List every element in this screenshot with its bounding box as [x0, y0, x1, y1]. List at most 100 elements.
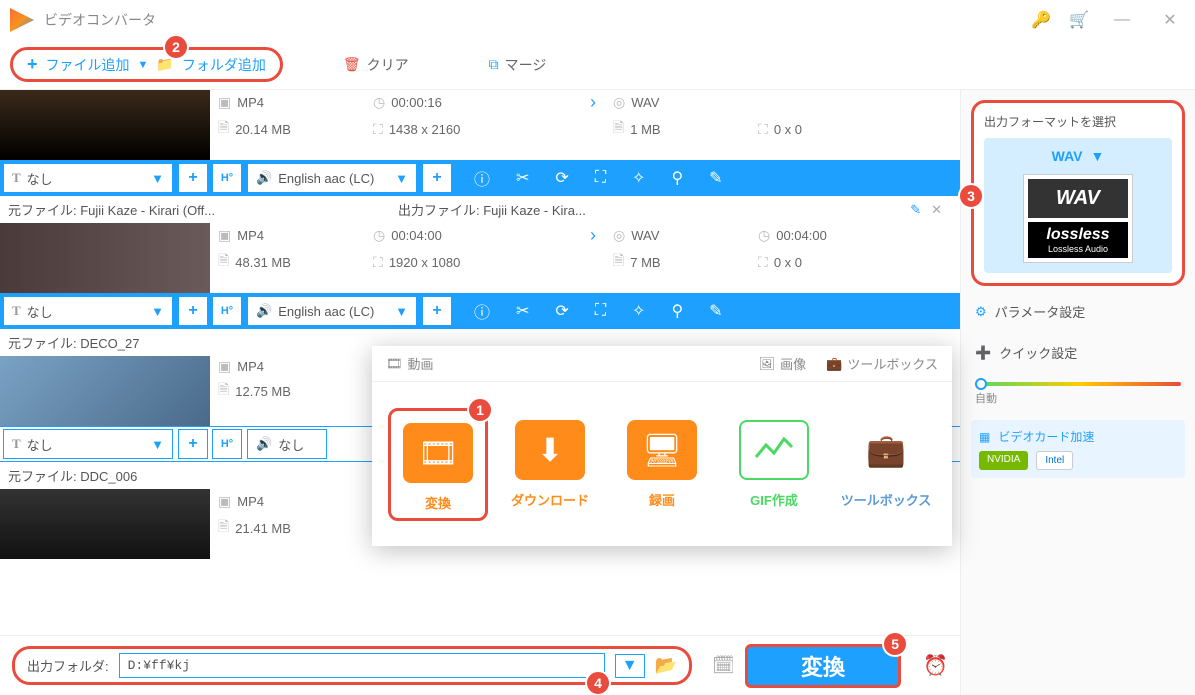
- download-icon: ⬇: [515, 420, 585, 480]
- file-icon: 🗎: [218, 250, 229, 274]
- clear-button[interactable]: 🗑 クリア: [343, 55, 409, 75]
- video-thumbnail[interactable]: [0, 356, 210, 426]
- format-preview-card[interactable]: WAV lossless Lossless Audio: [1023, 174, 1133, 263]
- video-thumbnail[interactable]: [0, 489, 210, 559]
- speaker-icon: 🔊: [256, 170, 272, 186]
- rotate-icon[interactable]: ⟳: [555, 168, 568, 188]
- main-toolbar: + ファイル追加 ▼ 📁 フォルダ追加 2 🗑 クリア ⧉ マージ: [0, 40, 1195, 90]
- output-folder-dropdown[interactable]: ▼: [615, 654, 645, 678]
- output-filename: 出力ファイル: Fujii Kaze - Kira...: [398, 200, 586, 219]
- video-thumbnail[interactable]: [0, 90, 210, 160]
- popup-tab-video[interactable]: 🎞動画: [386, 354, 434, 373]
- add-audio-button[interactable]: +: [422, 296, 452, 326]
- subtitle-select[interactable]: Tなし▼: [3, 296, 173, 326]
- convert-button[interactable]: 変換 5: [745, 644, 901, 688]
- out-format: WAV: [631, 228, 659, 243]
- convert-icon: 🎞: [403, 423, 473, 483]
- add-subtitle-button[interactable]: +: [178, 429, 208, 459]
- tools-popup: 🎞動画 🖼画像 💼ツールボックス 🎞 変換 1 ⬇ ダウンロード 🖥 録画 GI…: [372, 346, 952, 546]
- popup-item-download[interactable]: ⬇ ダウンロード: [500, 420, 600, 509]
- bottom-bar: 出力フォルダ: ▼ 📂 4 🗓 変換 5 ⏰: [0, 635, 960, 695]
- format-icon: ▣: [218, 94, 231, 111]
- resolution-icon: ⛶: [758, 121, 768, 138]
- arrow-right-icon: ›: [590, 225, 596, 246]
- remove-item-button[interactable]: ✕: [931, 202, 942, 218]
- popup-item-toolbox[interactable]: 💼 ツールボックス: [836, 420, 936, 509]
- merge-label: マージ: [505, 55, 547, 75]
- merge-icon: ⧉: [489, 56, 499, 73]
- subtitle-select[interactable]: Tなし▼: [3, 429, 173, 459]
- popup-tab-toolbox[interactable]: 💼ツールボックス: [826, 354, 938, 373]
- output-format-panel: 出力フォーマットを選択 WAV ▼ WAV lossless Lossless …: [971, 100, 1185, 286]
- watermark-icon[interactable]: ⚲: [671, 168, 683, 188]
- license-key-icon[interactable]: 🔑: [1031, 10, 1051, 30]
- parameter-settings-button[interactable]: ⚙ パラメータ設定: [971, 296, 1185, 327]
- audio-select[interactable]: 🔊English aac (LC)▼: [247, 163, 417, 193]
- effects-icon[interactable]: ✧: [632, 168, 645, 188]
- add-folder-button[interactable]: フォルダ追加: [182, 55, 266, 75]
- video-thumbnail[interactable]: [0, 223, 210, 293]
- merge-button[interactable]: ⧉ マージ: [489, 55, 547, 75]
- slider-label: 自動: [975, 390, 1181, 406]
- file-icon: 🗎: [218, 117, 229, 141]
- out-res: 0 x 0: [774, 122, 802, 137]
- audio-select[interactable]: 🔊English aac (LC)▼: [247, 296, 417, 326]
- src-format: MP4: [237, 95, 264, 110]
- info-icon[interactable]: ⓘ: [474, 299, 490, 323]
- popup-gif-label: GIF作成: [750, 490, 798, 509]
- src-format: MP4: [237, 228, 264, 243]
- add-file-button[interactable]: ファイル追加: [46, 55, 130, 75]
- speaker-icon: 🔊: [256, 436, 272, 452]
- crop-icon[interactable]: ⛶: [595, 169, 606, 187]
- popup-item-convert[interactable]: 🎞 変換 1: [388, 408, 488, 521]
- rotate-icon[interactable]: ⟳: [555, 301, 568, 321]
- hd-button[interactable]: H°: [212, 163, 242, 193]
- watermark-icon[interactable]: ⚲: [671, 301, 683, 321]
- crop-icon[interactable]: ⛶: [595, 302, 606, 320]
- cart-icon[interactable]: 🛒: [1069, 10, 1089, 30]
- cut-icon[interactable]: ✂: [516, 168, 529, 188]
- browse-folder-button[interactable]: 📂: [655, 655, 677, 676]
- gpu-label: ビデオカード加速: [998, 428, 1094, 445]
- format-card-sub: Lossless Audio: [1028, 244, 1128, 254]
- settings-icon: ⚙: [975, 304, 987, 320]
- resolution-icon: ⛶: [373, 121, 383, 138]
- schedule-icon[interactable]: 🗓: [712, 655, 735, 676]
- format-icon: ▣: [218, 227, 231, 244]
- edit-icon[interactable]: ✎: [709, 301, 722, 321]
- format-select[interactable]: WAV ▼: [994, 148, 1162, 164]
- popup-item-gif[interactable]: GIF作成: [724, 420, 824, 509]
- slider-thumb[interactable]: [975, 378, 987, 390]
- trash-icon: 🗑: [343, 56, 361, 73]
- cut-icon[interactable]: ✂: [516, 301, 529, 321]
- hd-button[interactable]: H°: [212, 429, 242, 459]
- hd-button[interactable]: H°: [212, 296, 242, 326]
- chevron-down-icon[interactable]: ▼: [138, 59, 149, 71]
- popup-record-label: 録画: [649, 490, 675, 509]
- quick-settings-button[interactable]: ➕ クイック設定: [971, 337, 1185, 368]
- toolbox-icon: 💼: [851, 420, 921, 480]
- clock-icon: ◷: [373, 227, 385, 244]
- audio-select[interactable]: 🔊なし: [247, 429, 327, 459]
- popup-tab-image[interactable]: 🖼画像: [759, 354, 807, 373]
- minimize-button[interactable]: —: [1107, 11, 1137, 29]
- add-group-callout: + ファイル追加 ▼ 📁 フォルダ追加 2: [10, 47, 283, 82]
- format-select-value: WAV: [1052, 148, 1083, 164]
- quality-slider[interactable]: 自動: [971, 378, 1185, 410]
- subtitle-select[interactable]: Tなし▼: [3, 163, 173, 193]
- pencil-icon[interactable]: ✎: [910, 202, 921, 218]
- src-res: 1920 x 1080: [389, 255, 461, 270]
- alarm-icon[interactable]: ⏰: [923, 653, 948, 678]
- effects-icon[interactable]: ✧: [632, 301, 645, 321]
- popup-item-record[interactable]: 🖥 録画: [612, 420, 712, 509]
- format-panel-title: 出力フォーマットを選択: [984, 113, 1172, 130]
- add-audio-button[interactable]: +: [422, 163, 452, 193]
- file-icon: 🗎: [613, 117, 624, 141]
- add-subtitle-button[interactable]: +: [178, 296, 208, 326]
- toolbox-icon: 💼: [826, 356, 842, 372]
- add-subtitle-button[interactable]: +: [178, 163, 208, 193]
- close-button[interactable]: ✕: [1155, 10, 1185, 30]
- edit-icon[interactable]: ✎: [709, 168, 722, 188]
- info-icon[interactable]: ⓘ: [474, 166, 490, 190]
- output-folder-input[interactable]: [119, 653, 605, 678]
